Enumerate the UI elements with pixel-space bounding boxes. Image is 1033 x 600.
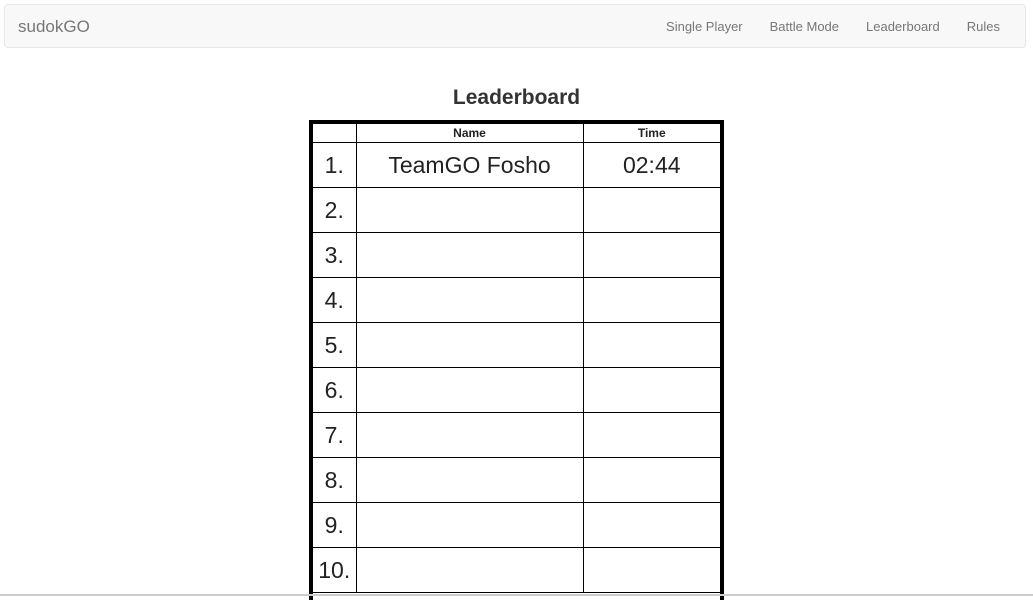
nav-battle-mode[interactable]: Battle Mode xyxy=(756,19,852,34)
time-cell xyxy=(582,457,720,503)
time-cell xyxy=(582,322,720,368)
rank-cell: 7. xyxy=(313,412,357,458)
name-cell xyxy=(355,457,584,503)
name-cell xyxy=(355,232,584,278)
time-cell: 02:44 xyxy=(582,142,720,188)
table-row: 1. TeamGO Fosho 02:44 xyxy=(313,142,720,188)
name-cell xyxy=(355,547,584,593)
nav-links: Single Player Battle Mode Leaderboard Ru… xyxy=(652,5,1025,47)
nav-rules[interactable]: Rules xyxy=(953,19,1025,34)
navbar: sudokGO Single Player Battle Mode Leader… xyxy=(4,4,1026,48)
name-cell xyxy=(355,277,584,323)
rank-cell: 3. xyxy=(313,232,357,278)
name-cell xyxy=(355,187,584,233)
time-cell xyxy=(582,367,720,413)
table-row: 6. xyxy=(313,367,720,413)
table-row: 9. xyxy=(313,502,720,548)
time-cell xyxy=(582,502,720,548)
rank-cell: 8. xyxy=(313,457,357,503)
rank-cell: 2. xyxy=(313,187,357,233)
rank-cell: 6. xyxy=(313,367,357,413)
name-cell xyxy=(355,322,584,368)
name-cell xyxy=(355,412,584,458)
header-rank xyxy=(313,124,357,143)
time-cell xyxy=(582,547,720,593)
rank-cell: 5. xyxy=(313,322,357,368)
name-cell xyxy=(355,367,584,413)
rank-cell: 1. xyxy=(313,142,357,188)
time-cell xyxy=(582,232,720,278)
rank-cell: 4. xyxy=(313,277,357,323)
header-name: Name xyxy=(355,124,584,143)
nav-leaderboard[interactable]: Leaderboard xyxy=(852,19,953,34)
table-row: 5. xyxy=(313,322,720,368)
table-row: 8. xyxy=(313,457,720,503)
rank-cell: 9. xyxy=(313,502,357,548)
header-time: Time xyxy=(582,124,720,143)
time-cell xyxy=(582,412,720,458)
table-row: 4. xyxy=(313,277,720,323)
table-row: 10. xyxy=(313,547,720,593)
rank-cell: 10. xyxy=(313,547,357,593)
nav-single-player[interactable]: Single Player xyxy=(652,19,756,34)
page-title: Leaderboard xyxy=(452,86,581,109)
table-row: 3. xyxy=(313,232,720,278)
time-cell xyxy=(582,187,720,233)
table-header-row: Name Time xyxy=(313,124,720,143)
name-cell: TeamGO Fosho xyxy=(355,142,584,188)
time-cell xyxy=(582,277,720,323)
table-row: 2. xyxy=(313,187,720,233)
brand-link[interactable]: sudokGO xyxy=(18,17,90,37)
leaderboard-table-container: Name Time 1. TeamGO Fosho 02:44 2. 3. 4. xyxy=(309,120,724,600)
table-row: 7. xyxy=(313,412,720,458)
leaderboard-table: Name Time 1. TeamGO Fosho 02:44 2. 3. 4. xyxy=(313,124,720,593)
name-cell xyxy=(355,502,584,548)
